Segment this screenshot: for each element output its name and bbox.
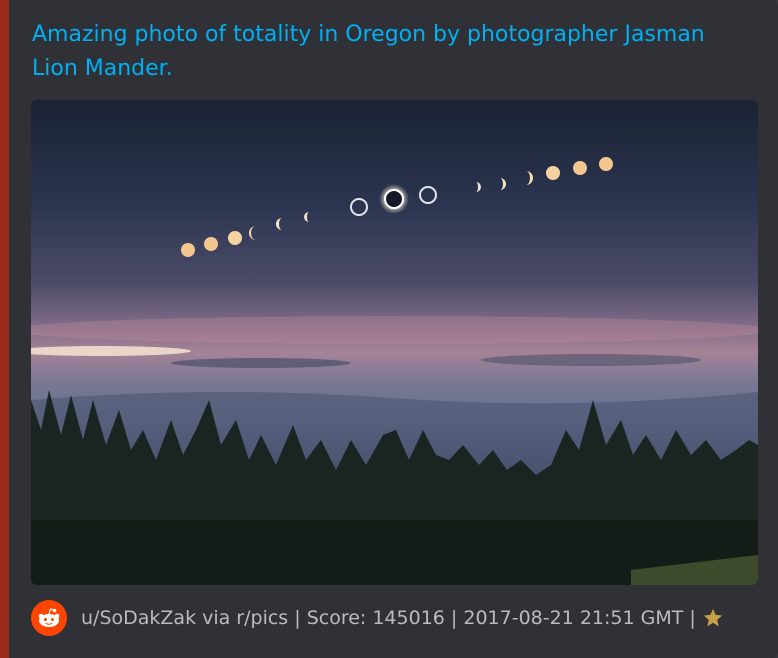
- star-icon: [702, 607, 724, 629]
- footer-text: u/SoDakZak via r/pics | Score: 145016 | …: [81, 607, 696, 629]
- embed-footer: u/SoDakZak via r/pics | Score: 145016 | …: [31, 598, 771, 638]
- reddit-embed: Amazing photo of totality in Oregon by p…: [0, 0, 778, 658]
- embed-title-link[interactable]: Amazing photo of totality in Oregon by p…: [32, 18, 752, 86]
- reddit-icon: [31, 600, 67, 636]
- embed-image[interactable]: [31, 100, 758, 585]
- eclipse-photo: [31, 100, 758, 585]
